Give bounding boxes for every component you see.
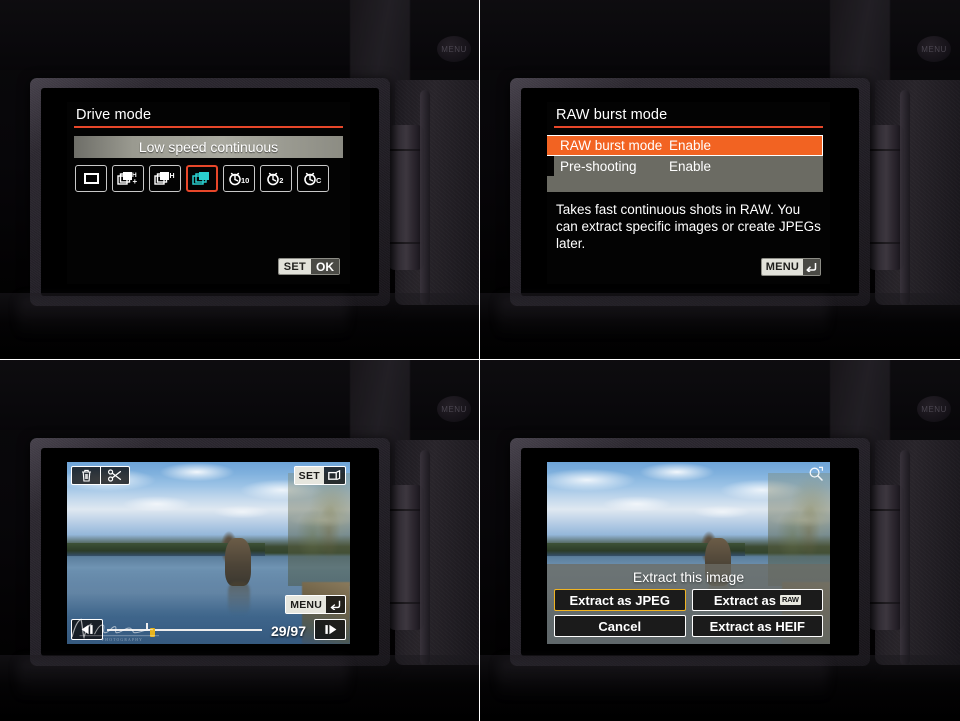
- menu-back-button[interactable]: MENU: [285, 595, 346, 614]
- set-extract-button[interactable]: SET: [293, 466, 346, 485]
- camera-menu-button-label: MENU: [921, 44, 947, 54]
- panel-extract-dialog: MENU Extract this image Extract as JPEG …: [480, 360, 960, 721]
- raw-badge-icon: RAW: [780, 595, 801, 605]
- camera-menu-button-label: MENU: [441, 44, 467, 54]
- set-ok-button[interactable]: SET OK: [277, 258, 340, 275]
- self-timer-2s-icon[interactable]: 2: [260, 165, 292, 192]
- svg-text:10: 10: [241, 176, 249, 185]
- magnify-icon[interactable]: [808, 466, 824, 487]
- extract-screen: Extract this image Extract as JPEG Extra…: [547, 462, 830, 644]
- hinge-edge: [900, 90, 910, 305]
- self-timer-10s-icon[interactable]: 10: [223, 165, 255, 192]
- table-reflection: [480, 655, 960, 721]
- trash-icon[interactable]: [72, 467, 100, 484]
- panel-roll-playback: MENU SET MENU 29/97 PHOTOGRAPHY: [0, 360, 480, 721]
- setting-row-pre-shooting[interactable]: Pre-shooting Enable: [554, 156, 823, 176]
- lcd-bezel: SET MENU 29/97 PHOTOGRAPHY: [41, 448, 379, 656]
- extract-dialog: Extract this image Extract as JPEG Extra…: [547, 564, 830, 644]
- dialog-title: Extract this image: [632, 569, 745, 585]
- playback-screen: SET MENU 29/97 PHOTOGRAPHY: [67, 462, 350, 644]
- button-label: Extract as JPEG: [569, 592, 670, 608]
- description-text: Takes fast continuous shots in RAW. You …: [556, 202, 821, 251]
- screen-hinge: [388, 125, 424, 270]
- photo-dog-in-lake: [67, 462, 350, 644]
- title-underline: [74, 126, 343, 128]
- lcd-frame: Drive mode Low speed continuous H + H 10…: [30, 78, 390, 306]
- set-label: SET: [278, 259, 311, 274]
- setting-row-empty: [547, 176, 823, 192]
- low-speed-continuous-icon[interactable]: [186, 165, 218, 192]
- screen-hinge: [388, 485, 424, 630]
- self-timer-continuous-icon[interactable]: C: [297, 165, 329, 192]
- lcd-bezel: Extract this image Extract as JPEG Extra…: [521, 448, 859, 656]
- setting-row-raw-burst-mode[interactable]: RAW burst mode Enable: [547, 135, 823, 156]
- extract-frame-icon: [324, 469, 345, 482]
- button-label: Extract as: [713, 592, 777, 608]
- lcd-bezel: RAW burst mode RAW burst mode Enable Pre…: [521, 88, 859, 296]
- menu-back-button[interactable]: MENU: [760, 258, 821, 276]
- selected-mode-bar: Low speed continuous: [74, 136, 343, 158]
- button-label: Extract as HEIF: [709, 618, 805, 634]
- svg-text:2: 2: [279, 176, 283, 185]
- drive-mode-screen: Drive mode Low speed continuous H + H 10…: [67, 102, 350, 284]
- extract-as-jpeg-button[interactable]: Extract as JPEG: [554, 589, 686, 611]
- scissors-icon[interactable]: [101, 467, 129, 484]
- camera-menu-button[interactable]: MENU: [917, 396, 951, 422]
- frame-counter: 29/97: [270, 623, 306, 639]
- svg-text:H: H: [170, 173, 175, 180]
- cancel-button[interactable]: Cancel: [554, 615, 686, 637]
- high-speed-continuous-icon[interactable]: H: [149, 165, 181, 192]
- svg-text:+: +: [133, 177, 138, 186]
- single-shooting-icon[interactable]: [75, 165, 107, 192]
- panel-raw-burst-mode: MENU RAW burst mode RAW burst mode Enabl…: [480, 0, 960, 360]
- menu-label: MENU: [286, 596, 326, 613]
- setting-label: Pre-shooting: [560, 158, 637, 174]
- table-reflection: [0, 293, 479, 359]
- frame-scrubber[interactable]: [107, 623, 262, 637]
- panel-drive-mode: MENU Drive mode Low speed continuous H +…: [0, 0, 480, 360]
- hinge-edge: [420, 90, 430, 305]
- table-reflection: [480, 293, 960, 359]
- camera-menu-button[interactable]: MENU: [917, 36, 951, 62]
- screenshot-grid: MENU Drive mode Low speed continuous H +…: [0, 0, 960, 721]
- svg-text:C: C: [316, 176, 322, 185]
- ok-label: OK: [311, 259, 339, 274]
- drive-mode-icon-row: H + H 10 2 C: [75, 165, 342, 192]
- lcd-frame: SET MENU 29/97 PHOTOGRAPHY: [30, 438, 390, 666]
- next-frame-button[interactable]: [314, 619, 346, 640]
- high-speed-continuous-plus-icon[interactable]: H +: [112, 165, 144, 192]
- camera-menu-button-label: MENU: [921, 404, 947, 414]
- table-reflection: [0, 655, 479, 721]
- page-title: RAW burst mode: [556, 107, 668, 123]
- dialog-button-grid: Extract as JPEG Extract as RAW Cancel Ex…: [554, 589, 823, 637]
- lcd-frame: Extract this image Extract as JPEG Extra…: [510, 438, 870, 666]
- scrubber-knob[interactable]: [150, 628, 156, 637]
- back-arrow-icon: [803, 259, 820, 275]
- extract-as-raw-button[interactable]: Extract as RAW: [691, 589, 823, 611]
- setting-value: Enable: [669, 138, 712, 153]
- menu-label: MENU: [765, 261, 799, 273]
- page-title: Drive mode: [76, 107, 152, 123]
- camera-menu-button-label: MENU: [441, 404, 467, 414]
- lcd-bezel: Drive mode Low speed continuous H + H 10…: [41, 88, 379, 296]
- setting-label: RAW burst mode: [560, 138, 663, 153]
- back-arrow-icon: [326, 600, 345, 610]
- screen-hinge: [868, 485, 904, 630]
- previous-frame-button[interactable]: [71, 619, 103, 640]
- raw-burst-screen: RAW burst mode RAW burst mode Enable Pre…: [547, 102, 830, 284]
- lcd-frame: RAW burst mode RAW burst mode Enable Pre…: [510, 78, 870, 306]
- camera-menu-button[interactable]: MENU: [437, 36, 471, 62]
- extract-as-heif-button[interactable]: Extract as HEIF: [691, 615, 823, 637]
- setting-value: Enable: [669, 158, 712, 174]
- screen-hinge: [868, 125, 904, 270]
- scrubber-tick: [145, 623, 148, 629]
- hinge-edge: [420, 450, 430, 665]
- set-label: SET: [294, 467, 324, 484]
- camera-menu-button[interactable]: MENU: [437, 396, 471, 422]
- hinge-edge: [900, 450, 910, 665]
- button-label: Cancel: [598, 618, 642, 634]
- playback-tools-bar: [71, 466, 131, 485]
